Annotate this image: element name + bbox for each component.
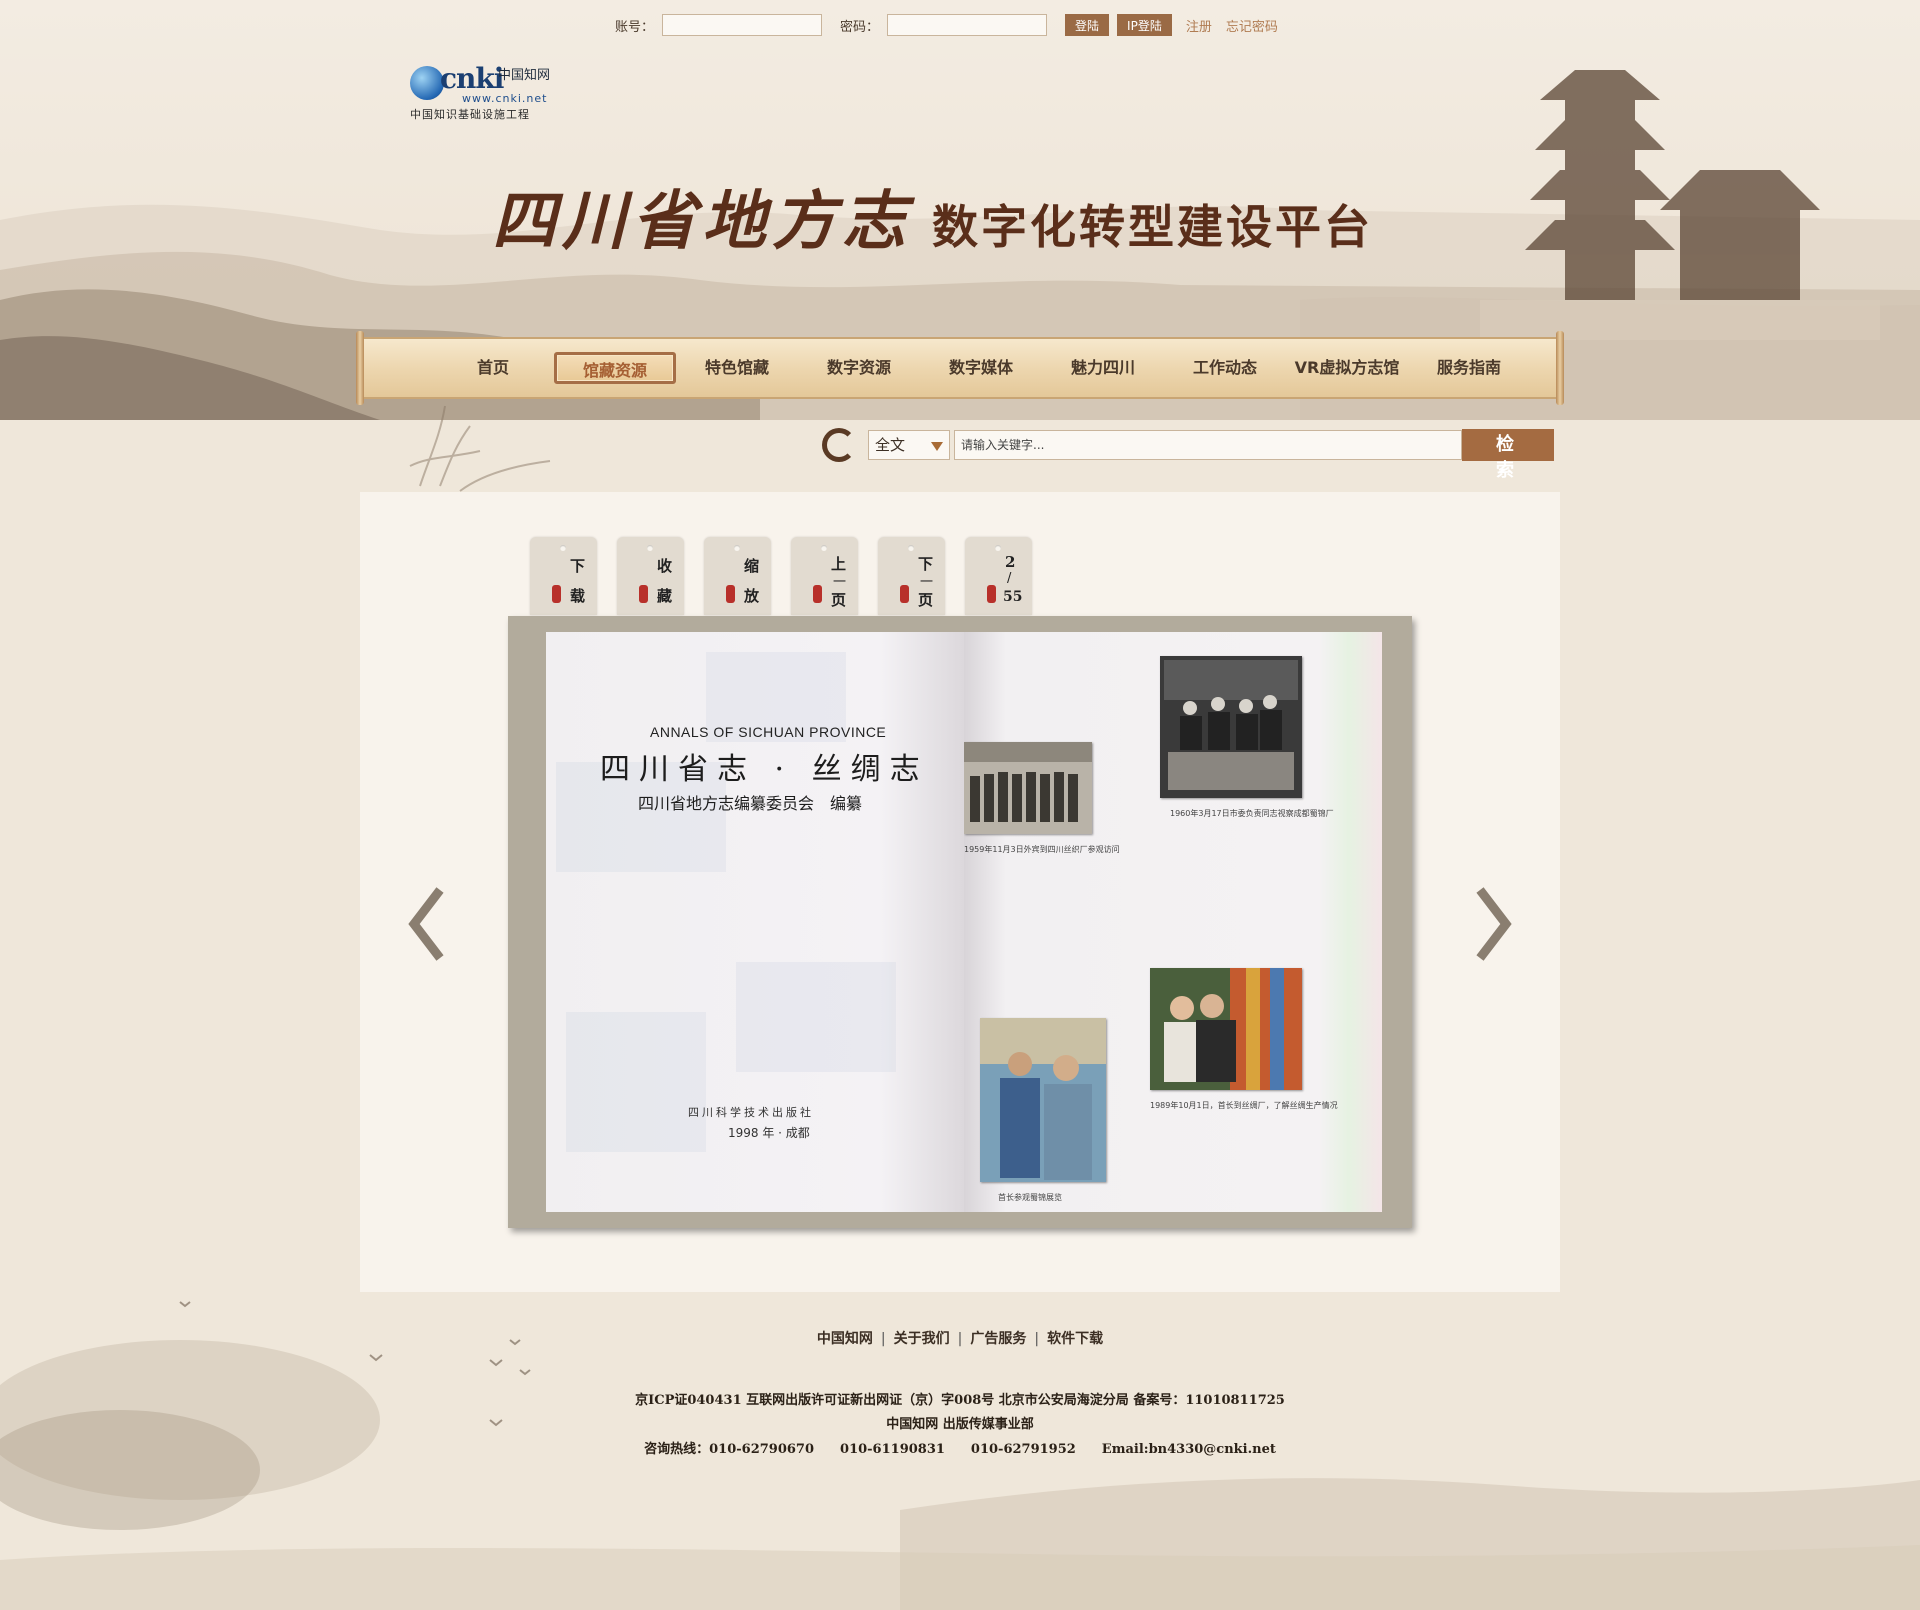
- book-left-page: ANNALS OF SICHUAN PROVINCE 四川省志 · 丝绸志 四川…: [546, 632, 964, 1212]
- pin-icon: [560, 545, 566, 551]
- logo-brand: cnki: [440, 62, 504, 95]
- next-page-label-3: 页: [918, 591, 934, 609]
- photo-caption: 1989年10月1日，首长到丝绸厂，了解丝绸生产情况: [1150, 1101, 1338, 1110]
- next-page-label-2: 一: [920, 575, 934, 590]
- seal-icon: [552, 585, 561, 603]
- book-publisher: 四川科学技术出版社: [688, 1106, 814, 1119]
- download-label-1: 下: [570, 557, 586, 575]
- book-chinese-title: 四川省志 · 丝绸志: [600, 752, 929, 787]
- login-bar: 账号： 密码： 登陆 IP登陆 注册 忘记密码: [615, 12, 1278, 38]
- favorite-label-1: 收: [657, 557, 673, 575]
- photo-silk-visit: [1150, 968, 1302, 1090]
- footer-links: 中国知网 | 关于我们 | 广告服务 | 软件下载: [816, 1331, 1104, 1347]
- logo-tagline: 中国知识基础设施工程: [410, 108, 530, 121]
- prev-page-label-3: 页: [831, 591, 847, 609]
- page-current: 2: [1005, 553, 1016, 571]
- book-english-title: ANNALS OF SICHUAN PROVINCE: [650, 724, 887, 740]
- chevron-down-icon: [931, 442, 943, 451]
- next-page-arrow-icon[interactable]: [1466, 884, 1516, 964]
- account-input[interactable]: [662, 14, 823, 36]
- reader-toolbar: 下 载 收 藏 缩 放 上 一 页 下 一 页 2 / 55: [530, 537, 1032, 615]
- nav-item-vr-museum[interactable]: VR虚拟方志馆: [1286, 352, 1408, 384]
- footer-hotline: 咨询热线：010-62790670 010-61190831 010-62791…: [644, 1442, 1276, 1457]
- login-button[interactable]: 登陆: [1065, 14, 1110, 36]
- globe-icon: [410, 66, 444, 100]
- password-label: 密码：: [840, 19, 880, 35]
- search-button[interactable]: 检 索: [1462, 429, 1554, 481]
- prev-page-label-2: 一: [833, 575, 847, 590]
- cnki-logo[interactable]: cnki 中国知网 www.cnki.net 中国知识基础设施工程: [410, 60, 570, 122]
- pin-icon: [908, 545, 914, 551]
- prev-page-arrow-icon[interactable]: [404, 884, 454, 964]
- photo-group-meeting: [1160, 656, 1302, 798]
- footer-link-download[interactable]: 软件下载: [1047, 1331, 1103, 1347]
- search-logo-icon: [822, 428, 856, 462]
- book-viewer[interactable]: ANNALS OF SICHUAN PROVINCE 四川省志 · 丝绸志 四川…: [508, 616, 1412, 1228]
- password-input[interactable]: [887, 14, 1048, 36]
- seal-icon: [813, 585, 822, 603]
- photo-caption: 首长参观蜀锦展览: [998, 1193, 1062, 1202]
- site-title: 四川省地方志 数字化转型建设平台: [492, 170, 1373, 260]
- account-label: 账号：: [615, 19, 655, 35]
- footer-license: 京ICP证040431 互联网出版许可证新出网证（京）字008号 北京市公安局海…: [635, 1393, 1285, 1408]
- pin-icon: [821, 545, 827, 551]
- download-button[interactable]: 下 载: [530, 537, 597, 615]
- logo-url: www.cnki.net: [462, 92, 548, 105]
- search-scope-select[interactable]: 全文: [868, 430, 950, 460]
- search-input[interactable]: [954, 430, 1462, 460]
- footer-link-ads[interactable]: 广告服务: [970, 1331, 1026, 1347]
- search-scope-value: 全文: [875, 436, 906, 454]
- photo-caption: 1960年3月17日市委负责同志视察成都蜀锦厂: [1170, 809, 1334, 818]
- seal-icon: [639, 585, 648, 603]
- photo-caption: 1959年11月3日外宾到四川丝织厂参观访问: [964, 845, 1120, 854]
- ip-login-button[interactable]: IP登陆: [1117, 14, 1172, 36]
- next-page-button[interactable]: 下 一 页: [878, 537, 945, 615]
- footer-link-cnki[interactable]: 中国知网: [817, 1331, 873, 1347]
- zoom-label-1: 缩: [744, 557, 760, 575]
- download-label-2: 载: [570, 587, 586, 605]
- book-editor: 四川省地方志编纂委员会 编纂: [638, 794, 863, 813]
- main-nav: 首页 馆藏资源 特色馆藏 数字资源 数字媒体 魅力四川 工作动态 VR虚拟方志馆…: [432, 352, 1530, 384]
- faded-photo: [736, 962, 896, 1072]
- faded-photo: [566, 1012, 706, 1152]
- seal-icon: [900, 585, 909, 603]
- nav-item-digital-media[interactable]: 数字媒体: [920, 352, 1042, 384]
- nav-item-charm-sichuan[interactable]: 魅力四川: [1042, 352, 1164, 384]
- nav-item-work-news[interactable]: 工作动态: [1164, 352, 1286, 384]
- seal-icon: [726, 585, 735, 603]
- photo-exhibition: [980, 1018, 1106, 1182]
- zoom-label-2: 放: [744, 587, 760, 605]
- footer-link-about[interactable]: 关于我们: [894, 1331, 950, 1347]
- nav-item-special-collections[interactable]: 特色馆藏: [676, 352, 798, 384]
- book-right-page: 1960年3月17日市委负责同志视察成都蜀锦厂 1959年11月3日外宾到四川丝…: [964, 632, 1382, 1212]
- forgot-password-link[interactable]: 忘记密码: [1226, 16, 1278, 35]
- footer-department: 中国知网 出版传媒事业部: [886, 1417, 1034, 1432]
- main-nav-scroll: 首页 馆藏资源 特色馆藏 数字资源 数字媒体 魅力四川 工作动态 VR虚拟方志馆…: [356, 331, 1564, 405]
- prev-page-button[interactable]: 上 一 页: [791, 537, 858, 615]
- pin-icon: [734, 545, 740, 551]
- page-counter: 2 / 55: [965, 537, 1032, 615]
- site-title-calligraphy: 四川省地方志: [492, 184, 912, 259]
- logo-brand-cn: 中国知网: [498, 68, 551, 83]
- nav-item-collections[interactable]: 馆藏资源: [554, 352, 676, 384]
- zoom-button[interactable]: 缩 放: [704, 537, 771, 615]
- nav-item-service-guide[interactable]: 服务指南: [1408, 352, 1530, 384]
- brush-decoration-image: [409, 405, 551, 492]
- favorite-label-2: 藏: [657, 587, 673, 605]
- nav-item-digital-resources[interactable]: 数字资源: [798, 352, 920, 384]
- nav-item-home[interactable]: 首页: [432, 352, 554, 384]
- photo-group-portrait: [964, 742, 1092, 834]
- search-bar: 全文 检 索: [822, 427, 1554, 481]
- pin-icon: [647, 545, 653, 551]
- site-title-subtitle: 数字化转型建设平台: [932, 200, 1373, 254]
- page-separator: /: [1007, 571, 1012, 586]
- pavilion-image: [1480, 70, 1880, 340]
- pin-icon: [995, 545, 1001, 551]
- register-link[interactable]: 注册: [1186, 16, 1212, 35]
- book-year-place: 1998 年 · 成都: [728, 1126, 810, 1140]
- page-total: 55: [1003, 589, 1023, 605]
- favorite-button[interactable]: 收 藏: [617, 537, 684, 615]
- seal-icon: [987, 585, 996, 603]
